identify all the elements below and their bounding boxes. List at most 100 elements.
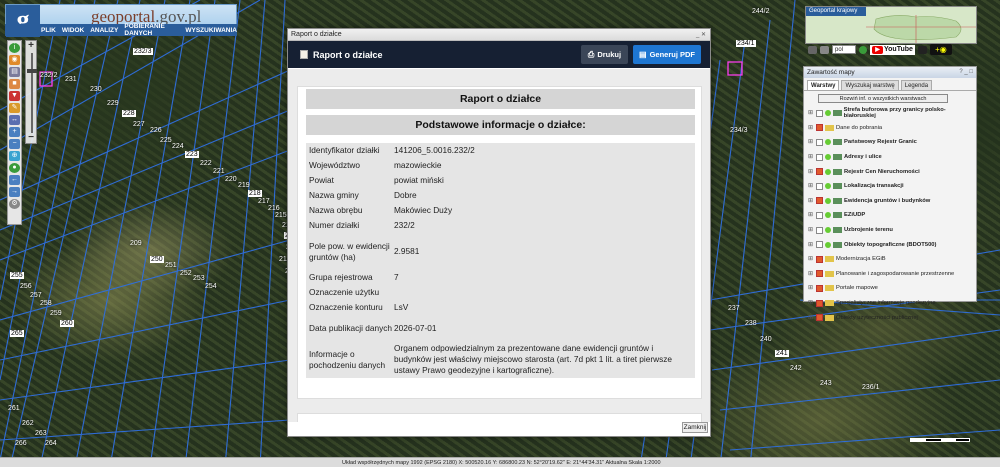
report-row-value: 7 xyxy=(394,272,399,282)
layer-item[interactable]: ⊞ Obiekty topograficzne (BDOT500) xyxy=(804,237,976,252)
parcel-number-label: 244/2 xyxy=(752,8,770,15)
layer-item[interactable]: ⊞ Państwowy Rejestr Granic xyxy=(804,135,976,150)
panel-window-controls[interactable]: ? _ □ xyxy=(959,67,973,78)
layer-item[interactable]: ⊞ Modernizacja EGiB xyxy=(804,252,976,267)
zoom-out-icon[interactable]: − xyxy=(9,139,20,149)
draw-icon[interactable]: ✎ xyxy=(9,103,20,113)
measure-icon[interactable]: ↔ xyxy=(9,115,20,125)
layer-item[interactable]: ⊞ Strefa buforowa przy granicy polsko-bia… xyxy=(804,106,976,121)
expand-icon[interactable]: ⊞ xyxy=(808,227,814,233)
expand-icon[interactable]: ⊞ xyxy=(808,183,814,189)
marker-icon[interactable]: ▼ xyxy=(9,91,20,101)
zoom-track[interactable] xyxy=(31,53,33,133)
layer-checkbox[interactable] xyxy=(816,284,823,292)
menu-plik[interactable]: PLIK xyxy=(41,27,56,34)
layer-checkbox[interactable] xyxy=(816,138,823,146)
expand-icon[interactable]: ⊞ xyxy=(808,285,814,291)
layer-item[interactable]: ⊞ Specjalistyczne informacje geodezyjne xyxy=(804,296,976,311)
expand-icon[interactable]: ⊞ xyxy=(808,198,814,204)
tab-legenda[interactable]: Legenda xyxy=(900,80,933,90)
tab-wyszukaj-warstwe[interactable]: Wyszukaj warstwę xyxy=(841,80,899,90)
menu-pobieranie-danych[interactable]: POBIERANIE DANYCH xyxy=(124,23,179,37)
layer-checkbox[interactable] xyxy=(816,168,823,176)
monitor-icon[interactable] xyxy=(917,45,927,54)
print-map-icon[interactable] xyxy=(808,45,817,54)
layer-item[interactable]: ⊞ Planowanie i zagospodarowanie przestrze… xyxy=(804,267,976,282)
print-button[interactable]: ⎙ Drukuj xyxy=(581,45,628,64)
expand-icon[interactable]: ⊞ xyxy=(808,125,814,131)
parcel-boundary-line xyxy=(719,19,771,467)
layer-item[interactable]: ⊞ Adresy i ulice xyxy=(804,150,976,165)
expand-icon[interactable]: ⊞ xyxy=(808,271,814,277)
layer-name: Obiekty użyteczności publicznej xyxy=(836,314,918,321)
parcel-boundary-line xyxy=(711,329,1000,371)
layer-item[interactable]: ⊞ Portale mapowe xyxy=(804,281,976,296)
expand-icon[interactable]: ⊞ xyxy=(808,212,814,218)
layer-checkbox[interactable] xyxy=(816,182,823,190)
expand-icon[interactable]: ⊞ xyxy=(808,154,814,160)
layer-item[interactable]: ⊞ Uzbrojenie terenu xyxy=(804,223,976,238)
youtube-link[interactable]: ▶ YouTube xyxy=(870,44,915,55)
layer-checkbox[interactable] xyxy=(816,153,823,161)
expand-icon[interactable]: ⊞ xyxy=(808,300,814,306)
layer-status-icon xyxy=(825,183,831,190)
overview-map[interactable]: Geoportal krajowy xyxy=(805,6,977,44)
layer-item[interactable]: ⊞ Ewidencja gruntów i budynków xyxy=(804,194,976,209)
close-button[interactable]: Zamknij xyxy=(682,422,708,433)
layer-checkbox[interactable] xyxy=(816,211,823,219)
save-map-icon[interactable] xyxy=(820,45,829,54)
expand-icon[interactable]: ⊞ xyxy=(808,139,814,145)
layer-checkbox[interactable] xyxy=(816,241,823,249)
layer-checkbox[interactable] xyxy=(816,314,823,322)
layer-item[interactable]: ⊞ Obiekty użyteczności publicznej xyxy=(804,310,976,325)
layer-item[interactable]: ⊞ Dane do pobrania xyxy=(804,121,976,136)
zoom-extent-icon[interactable]: ⊕ xyxy=(9,151,20,161)
layer-checkbox[interactable] xyxy=(816,124,823,132)
identify-icon[interactable]: ◉ xyxy=(9,55,20,65)
layer-item[interactable]: ⊞ Lokalizacja transakcji xyxy=(804,179,976,194)
zoom-thumb[interactable] xyxy=(27,69,37,73)
parcel-number-label: 226 xyxy=(150,127,162,134)
generate-pdf-button-label: Generuj PDF xyxy=(649,50,695,59)
language-select[interactable]: pol xyxy=(832,45,856,54)
expand-icon[interactable]: ⊞ xyxy=(808,242,814,248)
zoom-minus-icon[interactable]: − xyxy=(26,133,36,143)
expand-icon[interactable]: ⊞ xyxy=(808,315,814,321)
youtube-label: YouTube xyxy=(884,46,913,53)
layers-icon[interactable]: ▤ xyxy=(9,67,20,77)
expand-icon[interactable]: ⊞ xyxy=(808,169,814,175)
tab-warstwy[interactable]: Warstwy xyxy=(807,80,840,90)
layer-item[interactable]: ⊞ EZiUDP xyxy=(804,208,976,223)
expand-all-layers-button[interactable]: Rozwiń inf. o wszystkich warstwach xyxy=(818,94,948,103)
zoom-plus-icon[interactable]: + xyxy=(26,41,36,51)
parcel-boundary-line xyxy=(184,0,241,467)
bookmark-icon[interactable]: ■ xyxy=(9,79,20,89)
parcel-number-label: 242 xyxy=(790,365,802,372)
zoom-in-icon[interactable]: + xyxy=(9,127,20,137)
dialog-window-title[interactable]: Raport o działce _ ✕ xyxy=(288,29,710,41)
menu-analizy[interactable]: ANALIZY xyxy=(90,27,118,34)
dialog-body[interactable]: Raport o działce Podstawowe informacje o… xyxy=(288,69,710,422)
globe-icon[interactable]: ● xyxy=(9,163,20,173)
expand-icon[interactable]: ⊞ xyxy=(808,110,814,116)
menu-wyszukiwania[interactable]: WYSZUKIWANIA xyxy=(185,27,237,34)
settings-icon[interactable]: ⚙ xyxy=(9,199,20,209)
layer-checkbox[interactable] xyxy=(816,226,823,234)
menu-widok[interactable]: WIDOK xyxy=(62,27,84,34)
generate-pdf-button[interactable]: ▤ Generuj PDF xyxy=(633,45,701,64)
layer-checkbox[interactable] xyxy=(816,299,823,307)
layer-checkbox[interactable] xyxy=(816,255,823,263)
forward-arrow-icon[interactable]: → xyxy=(9,187,20,197)
dialog-window-controls[interactable]: _ ✕ xyxy=(696,29,706,41)
layer-item[interactable]: ⊞ Rejestr Cen Nieruchomości xyxy=(804,164,976,179)
layer-checkbox[interactable] xyxy=(816,197,823,205)
zoom-slider[interactable]: + − xyxy=(25,40,37,144)
parcel-number-label: 238 xyxy=(745,320,757,327)
expand-icon[interactable]: ⊞ xyxy=(808,256,814,262)
info-icon[interactable]: i xyxy=(9,43,20,53)
accessibility-eye-icon[interactable]: +◉ xyxy=(929,44,952,55)
help-icon[interactable] xyxy=(859,45,867,54)
layer-checkbox[interactable] xyxy=(816,270,823,278)
back-arrow-icon[interactable]: ← xyxy=(9,175,20,185)
layer-checkbox[interactable] xyxy=(815,109,823,117)
